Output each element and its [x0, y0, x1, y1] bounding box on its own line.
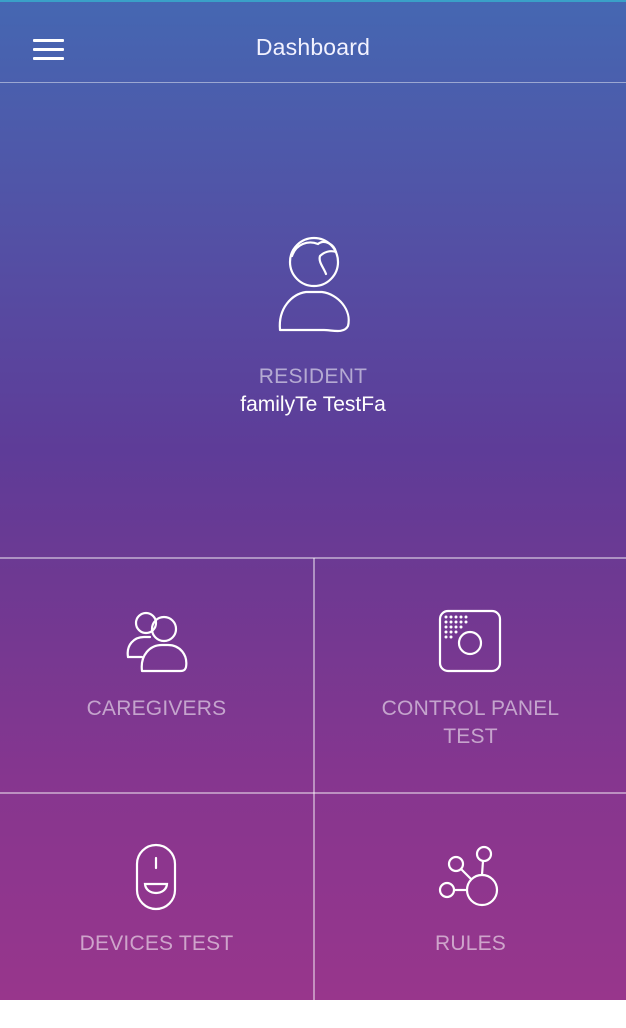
rules-label: RULES	[434, 932, 507, 955]
control-panel-icon	[438, 609, 502, 673]
page-title: Dashboard	[255, 34, 371, 60]
caregivers-label: CAREGIVERS	[86, 697, 227, 720]
control-panel-label-line2: TEST	[443, 725, 498, 748]
device-sensor-icon	[135, 843, 177, 911]
devices-tile[interactable]: DEVICES TEST	[0, 794, 313, 1028]
resident-label: RESIDENT	[258, 365, 368, 388]
resident-name: familyTe TestFa	[240, 393, 386, 416]
devices-label: DEVICES TEST	[79, 932, 234, 955]
control-panel-tile[interactable]: CONTROL PANEL TEST	[314, 559, 626, 793]
dashboard-screen: Dashboard RESIDENT familyTe TestFa CAREG…	[0, 0, 626, 1000]
caregivers-icon	[126, 611, 188, 673]
caregivers-tile[interactable]: CAREGIVERS	[0, 559, 313, 793]
control-panel-label-line1: CONTROL PANEL	[381, 697, 560, 720]
app-header: Dashboard	[0, 0, 626, 83]
rules-network-icon	[438, 845, 499, 907]
person-icon	[278, 236, 350, 333]
control-panel-label: CONTROL PANEL TEST	[314, 695, 626, 751]
rules-tile[interactable]: RULES	[314, 794, 626, 1028]
